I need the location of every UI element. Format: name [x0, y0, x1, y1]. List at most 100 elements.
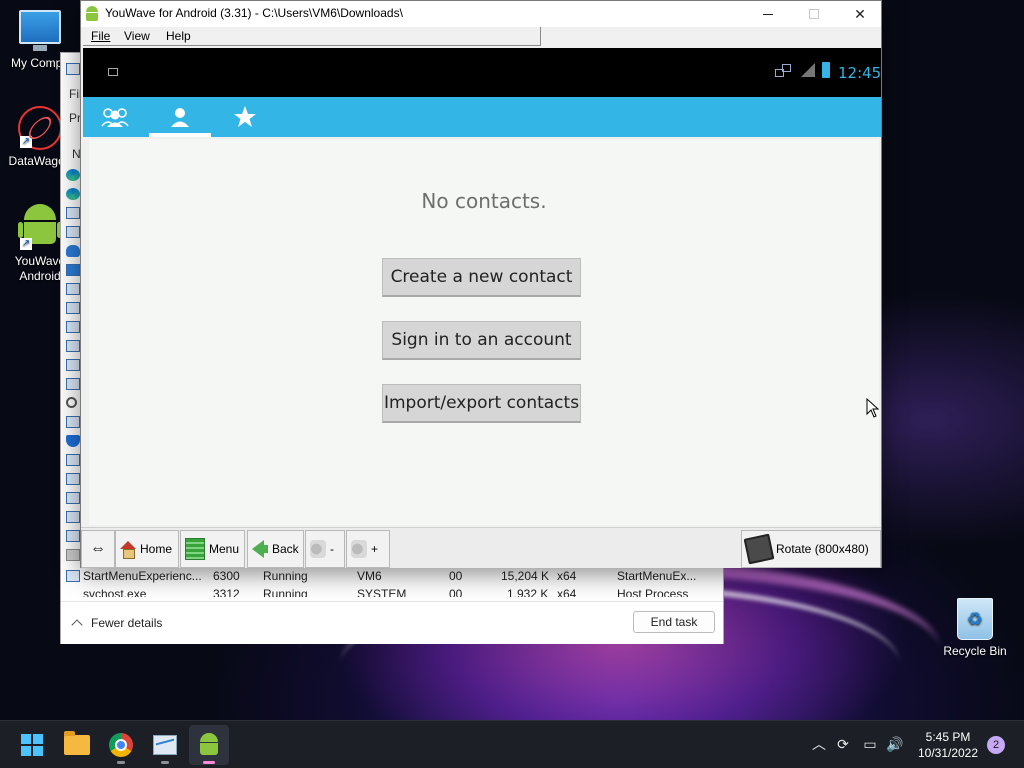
battery-icon — [822, 62, 830, 78]
fewer-details-button[interactable]: Fewer details — [71, 616, 163, 631]
menu-file-label: File — [91, 29, 111, 43]
back-button[interactable]: Back — [247, 530, 304, 568]
shortcut-arrow-icon: ↗ — [20, 238, 32, 250]
notification-badge[interactable]: 2 — [987, 736, 1005, 754]
android-action-bar — [83, 97, 881, 137]
process-arch: x64 — [557, 569, 577, 583]
taskbar-task-manager[interactable] — [145, 725, 185, 765]
volume-down-label: - — [330, 542, 334, 556]
network-icon — [775, 64, 793, 78]
import-export-button[interactable]: Import/export contacts — [382, 384, 581, 423]
desktop-icon-recycle-bin[interactable]: ♻ Recycle Bin — [935, 598, 1015, 658]
printer-icon — [66, 549, 80, 561]
contacts-empty-view: No contacts. Create a new contact Sign i… — [89, 139, 879, 525]
process-name: StartMenuExperienc... — [83, 569, 202, 583]
taskbar-file-explorer[interactable] — [57, 725, 97, 765]
clock-date: 10/31/2022 — [917, 746, 979, 760]
tab-favorites[interactable] — [213, 97, 277, 137]
youwave-window[interactable]: YouWave for Android (3.31) - C:\Users\VM… — [80, 0, 882, 568]
android-clock: 12:45 — [838, 64, 882, 82]
process-icon — [66, 207, 80, 219]
process-user: SYSTEM — [357, 587, 407, 597]
groups-icon — [101, 108, 129, 127]
process-name: svchost.exe — [83, 587, 147, 597]
sync-icon[interactable]: ⟳ — [834, 735, 852, 753]
process-icon — [66, 570, 80, 582]
shield-icon — [66, 435, 80, 447]
process-icon — [66, 378, 80, 390]
android-icon: ↗ — [18, 204, 62, 250]
process-icon — [66, 359, 80, 371]
cursor-arrow-icon — [866, 398, 880, 418]
taskbar-chrome[interactable] — [101, 725, 141, 765]
close-button[interactable]: ✕ — [837, 1, 883, 27]
process-icon — [66, 473, 80, 485]
computer-icon — [19, 10, 61, 51]
table-row[interactable]: svchost.exe 3312 Running SYSTEM 00 1,932… — [61, 585, 725, 597]
process-icon — [66, 340, 80, 352]
window-title: YouWave for Android (3.31) - C:\Users\VM… — [105, 6, 403, 20]
empty-message: No contacts. — [421, 189, 547, 213]
process-user: VM6 — [357, 569, 382, 583]
search-icon — [66, 397, 77, 408]
menu-file[interactable]: File — [91, 29, 110, 43]
android-icon — [85, 6, 99, 22]
star-icon — [234, 106, 256, 127]
home-label: Home — [140, 542, 173, 556]
taskbar-clock[interactable]: 5:45 PM 10/31/2022 — [916, 729, 980, 761]
rotate-button[interactable]: Rotate (800x480) — [741, 530, 881, 568]
process-status: Running — [263, 587, 308, 597]
chrome-icon — [109, 733, 133, 757]
chevron-up-icon — [71, 619, 83, 631]
menu-bar: File View Help — [83, 27, 541, 46]
menu-help-label: Help — [166, 29, 191, 43]
table-row[interactable]: StartMenuExperienc... 6300 Running VM6 0… — [61, 567, 725, 585]
speaker-icon — [351, 540, 367, 558]
process-icon — [66, 454, 80, 466]
sign-in-button[interactable]: Sign in to an account — [382, 321, 581, 360]
close-icon: ✕ — [854, 5, 866, 22]
menu-button[interactable]: Menu — [180, 530, 245, 568]
minimize-icon — [763, 13, 773, 15]
fewer-details-label: Fewer details — [91, 616, 163, 630]
menu-help[interactable]: Help — [166, 29, 191, 43]
process-icon — [66, 511, 80, 523]
process-status: Running — [263, 569, 308, 583]
process-pid: 6300 — [213, 569, 240, 583]
process-arch: x64 — [557, 587, 577, 597]
volume-up-label: + — [371, 542, 379, 556]
home-icon — [120, 541, 136, 559]
title-bar[interactable]: YouWave for Android (3.31) - C:\Users\VM… — [81, 1, 881, 27]
volume-down-button[interactable]: - — [305, 530, 345, 568]
clock-time: 5:45 PM — [925, 730, 971, 744]
maximize-button[interactable] — [791, 1, 837, 27]
create-contact-button[interactable]: Create a new contact — [382, 258, 581, 297]
android-status-bar: 12:45 — [83, 48, 881, 97]
notification-icon — [108, 68, 118, 76]
chevron-up-icon[interactable]: ︿ — [810, 735, 828, 753]
signal-icon — [801, 63, 815, 77]
back-label: Back — [272, 542, 299, 556]
taskbar-youwave[interactable] — [189, 725, 229, 765]
edge-icon — [66, 188, 80, 200]
datawagon-icon: ↗ — [18, 106, 62, 150]
end-task-button[interactable]: End task — [633, 611, 715, 633]
process-icon — [66, 226, 80, 238]
tab-groups[interactable] — [83, 97, 147, 137]
process-cpu: 00 — [449, 569, 463, 583]
running-indicator — [117, 761, 125, 764]
task-manager-icon — [153, 735, 177, 755]
home-button[interactable]: Home — [115, 530, 179, 568]
process-pid: 3312 — [213, 587, 240, 597]
network-icon[interactable]: ▭ — [861, 735, 879, 753]
start-button[interactable] — [12, 725, 52, 765]
volume-icon[interactable]: 🔊 — [886, 735, 904, 753]
menu-view[interactable]: View — [124, 29, 150, 43]
tab-contacts[interactable] — [147, 97, 213, 137]
process-icon — [66, 264, 80, 276]
resize-button[interactable]: ⇔ — [81, 530, 115, 568]
process-description: StartMenuEx... — [617, 569, 697, 583]
file-explorer-icon — [64, 731, 90, 755]
volume-up-button[interactable]: + — [346, 530, 390, 568]
minimize-button[interactable] — [745, 1, 791, 27]
